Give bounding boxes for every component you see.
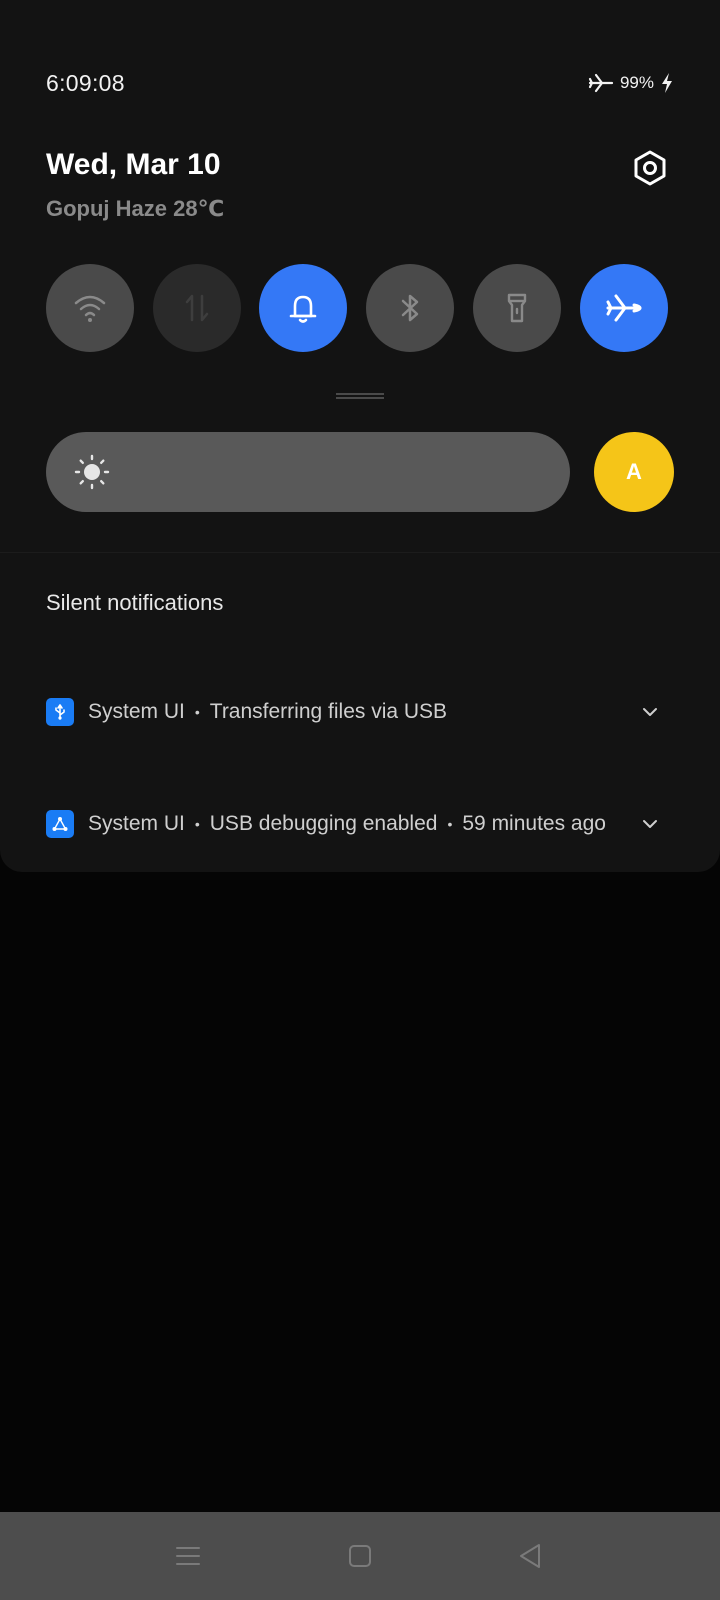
notification-usb-debugging[interactable]: System UI • USB debugging enabled • 59 m… (46, 808, 674, 840)
notification-title: Transferring files via USB (209, 700, 448, 723)
airplane-icon (606, 294, 642, 322)
battery-percent: 99% (619, 73, 654, 92)
status-icons: 99% (588, 72, 674, 94)
weather: Gopuj Haze 28℃ (46, 196, 225, 221)
notification-text: System UI • Transferring files via USB (88, 700, 447, 724)
tile-mobile-data[interactable] (153, 264, 241, 352)
panel-drag-handle[interactable] (336, 393, 384, 399)
back-icon (520, 1544, 540, 1568)
usb-icon (46, 698, 74, 726)
back-button[interactable] (510, 1536, 550, 1576)
mobile-data-icon (185, 294, 209, 322)
chevron-down-icon[interactable] (640, 814, 660, 834)
date: Wed, Mar 10 (46, 148, 221, 181)
battery-charging-icon (662, 73, 672, 93)
usb-debug-icon (46, 810, 74, 838)
notification-text: System UI • USB debugging enabled • 59 m… (88, 812, 606, 836)
notification-title: USB debugging enabled (209, 812, 438, 835)
tile-sound[interactable] (259, 264, 347, 352)
wifi-icon (74, 295, 106, 322)
quick-settings-panel: 6:09:08 99% Wed, Mar 10 Gopuj Haze 28℃ A… (0, 0, 720, 872)
settings-icon (634, 150, 666, 186)
settings-button[interactable] (628, 146, 672, 190)
tile-flashlight[interactable] (473, 264, 561, 352)
notification-app: System UI (88, 700, 185, 723)
notification-time: 59 minutes ago (462, 812, 606, 835)
flashlight-icon (507, 293, 527, 323)
separator-dot: • (447, 816, 453, 832)
bluetooth-icon (401, 294, 419, 322)
brightness-slider[interactable] (46, 432, 570, 512)
separator-dot: • (194, 816, 200, 832)
airplane-mode-icon (588, 73, 614, 93)
tile-bluetooth[interactable] (366, 264, 454, 352)
quick-tiles (46, 264, 674, 352)
notification-app: System UI (88, 812, 185, 835)
bell-icon (289, 295, 317, 323)
notification-usb-transfer[interactable]: System UI • Transferring files via USB (46, 696, 674, 728)
tile-wifi[interactable] (46, 264, 134, 352)
menu-icon (176, 1547, 200, 1565)
home-button[interactable] (340, 1536, 380, 1576)
recents-button[interactable] (168, 1536, 208, 1576)
sun-icon (74, 454, 110, 490)
status-bar: 6:09:08 99% (46, 70, 674, 98)
screen: 6:09:08 99% Wed, Mar 10 Gopuj Haze 28℃ A… (0, 0, 720, 1600)
separator-dot: • (194, 704, 200, 720)
navigation-bar (0, 1512, 720, 1600)
home-icon (349, 1545, 371, 1567)
clock: 6:09:08 (46, 70, 125, 96)
section-title-silent-notifications: Silent notifications (46, 590, 224, 615)
auto-brightness-button[interactable]: A (594, 432, 674, 512)
tile-airplane-mode[interactable] (580, 264, 668, 352)
divider (0, 552, 720, 553)
chevron-down-icon[interactable] (640, 702, 660, 722)
